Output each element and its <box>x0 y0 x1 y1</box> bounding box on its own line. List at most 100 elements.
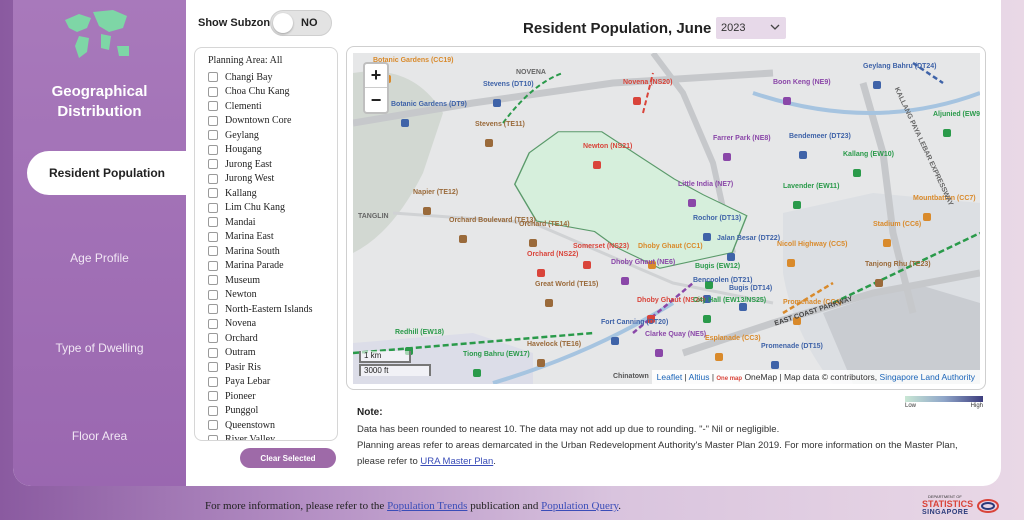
checkbox[interactable] <box>208 217 218 228</box>
planning-area-item[interactable]: Paya Lebar <box>208 375 336 390</box>
station-label[interactable]: Bendemeer (DT23) <box>789 133 851 141</box>
planning-area-item[interactable]: Marina South <box>208 244 336 259</box>
station-label[interactable]: Jalan Besar (DT22) <box>717 235 780 243</box>
station-label[interactable]: Tiong Bahru (EW17) <box>463 351 530 359</box>
station-label[interactable]: Havelock (TE16) <box>527 341 581 349</box>
checkbox[interactable] <box>208 289 218 300</box>
checkbox[interactable] <box>208 72 218 83</box>
planning-area-item[interactable]: Kallang <box>208 186 336 201</box>
planning-area-item[interactable]: Pioneer <box>208 389 336 404</box>
planning-area-item[interactable]: Marina Parade <box>208 259 336 274</box>
station-label[interactable]: Orchard (NS22) <box>527 251 578 259</box>
checkbox[interactable] <box>208 246 218 257</box>
checkbox[interactable] <box>208 260 218 271</box>
population-query-link[interactable]: Population Query <box>541 500 618 512</box>
nav-floor-area[interactable]: Floor Area <box>13 429 186 443</box>
checkbox[interactable] <box>208 115 218 126</box>
clear-selected-button[interactable]: Clear Selected <box>240 448 336 468</box>
planning-area-item[interactable]: Mandai <box>208 215 336 230</box>
planning-area-item[interactable]: Newton <box>208 288 336 303</box>
station-label[interactable]: Kallang (EW10) <box>843 151 894 159</box>
planning-area-item[interactable]: Punggol <box>208 404 336 419</box>
checkbox[interactable] <box>208 434 218 440</box>
planning-area-item[interactable]: Marina East <box>208 230 336 245</box>
year-select[interactable]: 2023 <box>716 17 786 39</box>
station-label[interactable]: Fort Canning (DT20) <box>601 319 668 327</box>
planning-area-item[interactable]: Outram <box>208 346 336 361</box>
checkbox[interactable] <box>208 159 218 170</box>
station-label[interactable]: Bencoolen (DT21) <box>693 277 753 285</box>
station-label[interactable]: Rochor (DT13) <box>693 215 741 223</box>
planning-area-item[interactable]: Lim Chu Kang <box>208 201 336 216</box>
station-label[interactable]: Napier (TE12) <box>413 189 458 197</box>
checkbox[interactable] <box>208 275 218 286</box>
planning-area-item[interactable]: Novena <box>208 317 336 332</box>
checkbox[interactable] <box>208 318 218 329</box>
checkbox[interactable] <box>208 333 218 344</box>
station-label[interactable]: Clarke Quay (NE5) <box>645 331 706 339</box>
station-label[interactable]: Chinatown <box>613 373 649 381</box>
altius-link[interactable]: Altius <box>689 372 710 382</box>
planning-area-item[interactable]: Changi Bay <box>208 70 336 85</box>
leaflet-link[interactable]: Leaflet <box>657 372 683 382</box>
planning-area-item[interactable]: Jurong West <box>208 172 336 187</box>
sla-link[interactable]: Singapore Land Authority <box>880 372 975 382</box>
checkbox[interactable] <box>208 376 218 387</box>
population-trends-link[interactable]: Population Trends <box>387 500 467 512</box>
planning-area-item[interactable]: Choa Chu Kang <box>208 85 336 100</box>
station-label[interactable]: Stadium (CC6) <box>873 221 921 229</box>
station-label[interactable]: Promenade (DT15) <box>761 343 823 351</box>
station-label[interactable]: Newton (NS21) <box>583 143 632 151</box>
planning-area-item[interactable]: Hougang <box>208 143 336 158</box>
zoom-in-button[interactable]: + <box>365 64 387 88</box>
checkbox[interactable] <box>208 101 218 112</box>
planning-area-item[interactable]: Geylang <box>208 128 336 143</box>
station-label[interactable]: Dhoby Ghaut (NE6) <box>611 259 675 267</box>
population-map[interactable]: Botanic Gardens (CC19) Stevens (DT10) Nove… <box>353 53 980 384</box>
planning-area-item[interactable]: Downtown Core <box>208 114 336 129</box>
subzone-toggle[interactable]: NO <box>270 10 332 36</box>
station-label[interactable]: Stevens (TE11) <box>475 121 525 129</box>
planning-area-item[interactable]: Clementi <box>208 99 336 114</box>
checkbox[interactable] <box>208 188 218 199</box>
checkbox[interactable] <box>208 231 218 242</box>
station-label[interactable]: Farrer Park (NE8) <box>713 135 771 143</box>
checkbox[interactable] <box>208 347 218 358</box>
station-label[interactable]: Nicoll Highway (CC5) <box>777 241 847 249</box>
planning-area-item[interactable]: Pasir Ris <box>208 360 336 375</box>
nav-type-of-dwelling[interactable]: Type of Dwelling <box>13 341 186 355</box>
checkbox[interactable] <box>208 173 218 184</box>
ura-master-plan-link[interactable]: URA Master Plan <box>420 456 493 467</box>
station-label[interactable]: Redhill (EW18) <box>395 329 444 337</box>
station-label[interactable]: Bugis (DT14) <box>729 285 772 293</box>
nav-age-profile[interactable]: Age Profile <box>13 251 186 265</box>
checkbox[interactable] <box>208 130 218 141</box>
station-label[interactable]: Dhoby Ghaut (CC1) <box>638 243 703 251</box>
station-label[interactable]: Novena (NS20) <box>623 79 672 87</box>
zoom-out-button[interactable]: − <box>365 88 387 112</box>
station-label[interactable]: Lavender (EW11) <box>783 183 839 191</box>
planning-area-item[interactable]: North-Eastern Islands <box>208 302 336 317</box>
planning-area-list[interactable]: Planning Area: All Changi Bay Choa Chu Ka… <box>194 47 338 441</box>
checkbox[interactable] <box>208 405 218 416</box>
station-label[interactable]: Geylang Bahru (DT24) <box>863 63 937 71</box>
checkbox[interactable] <box>208 391 218 402</box>
station-label[interactable]: Orchard (TE14) <box>519 221 570 229</box>
station-label[interactable]: Somerset (NS23) <box>573 243 629 251</box>
checkbox[interactable] <box>208 144 218 155</box>
station-label[interactable]: Boon Keng (NE9) <box>773 79 831 87</box>
checkbox[interactable] <box>208 304 218 315</box>
station-label[interactable]: City Hall (EW13/NS25) <box>693 297 766 305</box>
station-label[interactable]: Aljunied (EW9) <box>933 111 980 119</box>
station-label[interactable]: Tanjong Rhu (TE23) <box>865 261 931 269</box>
checkbox[interactable] <box>208 420 218 431</box>
station-label[interactable]: Botanic Gardens (DT9) <box>391 101 467 109</box>
checkbox[interactable] <box>208 86 218 97</box>
planning-area-item[interactable]: Orchard <box>208 331 336 346</box>
planning-area-item[interactable]: Museum <box>208 273 336 288</box>
station-label[interactable]: Esplanade (CC3) <box>705 335 761 343</box>
checkbox[interactable] <box>208 202 218 213</box>
planning-area-item[interactable]: Queenstown <box>208 418 336 433</box>
station-label[interactable]: Great World (TE15) <box>535 281 598 289</box>
checkbox[interactable] <box>208 362 218 373</box>
